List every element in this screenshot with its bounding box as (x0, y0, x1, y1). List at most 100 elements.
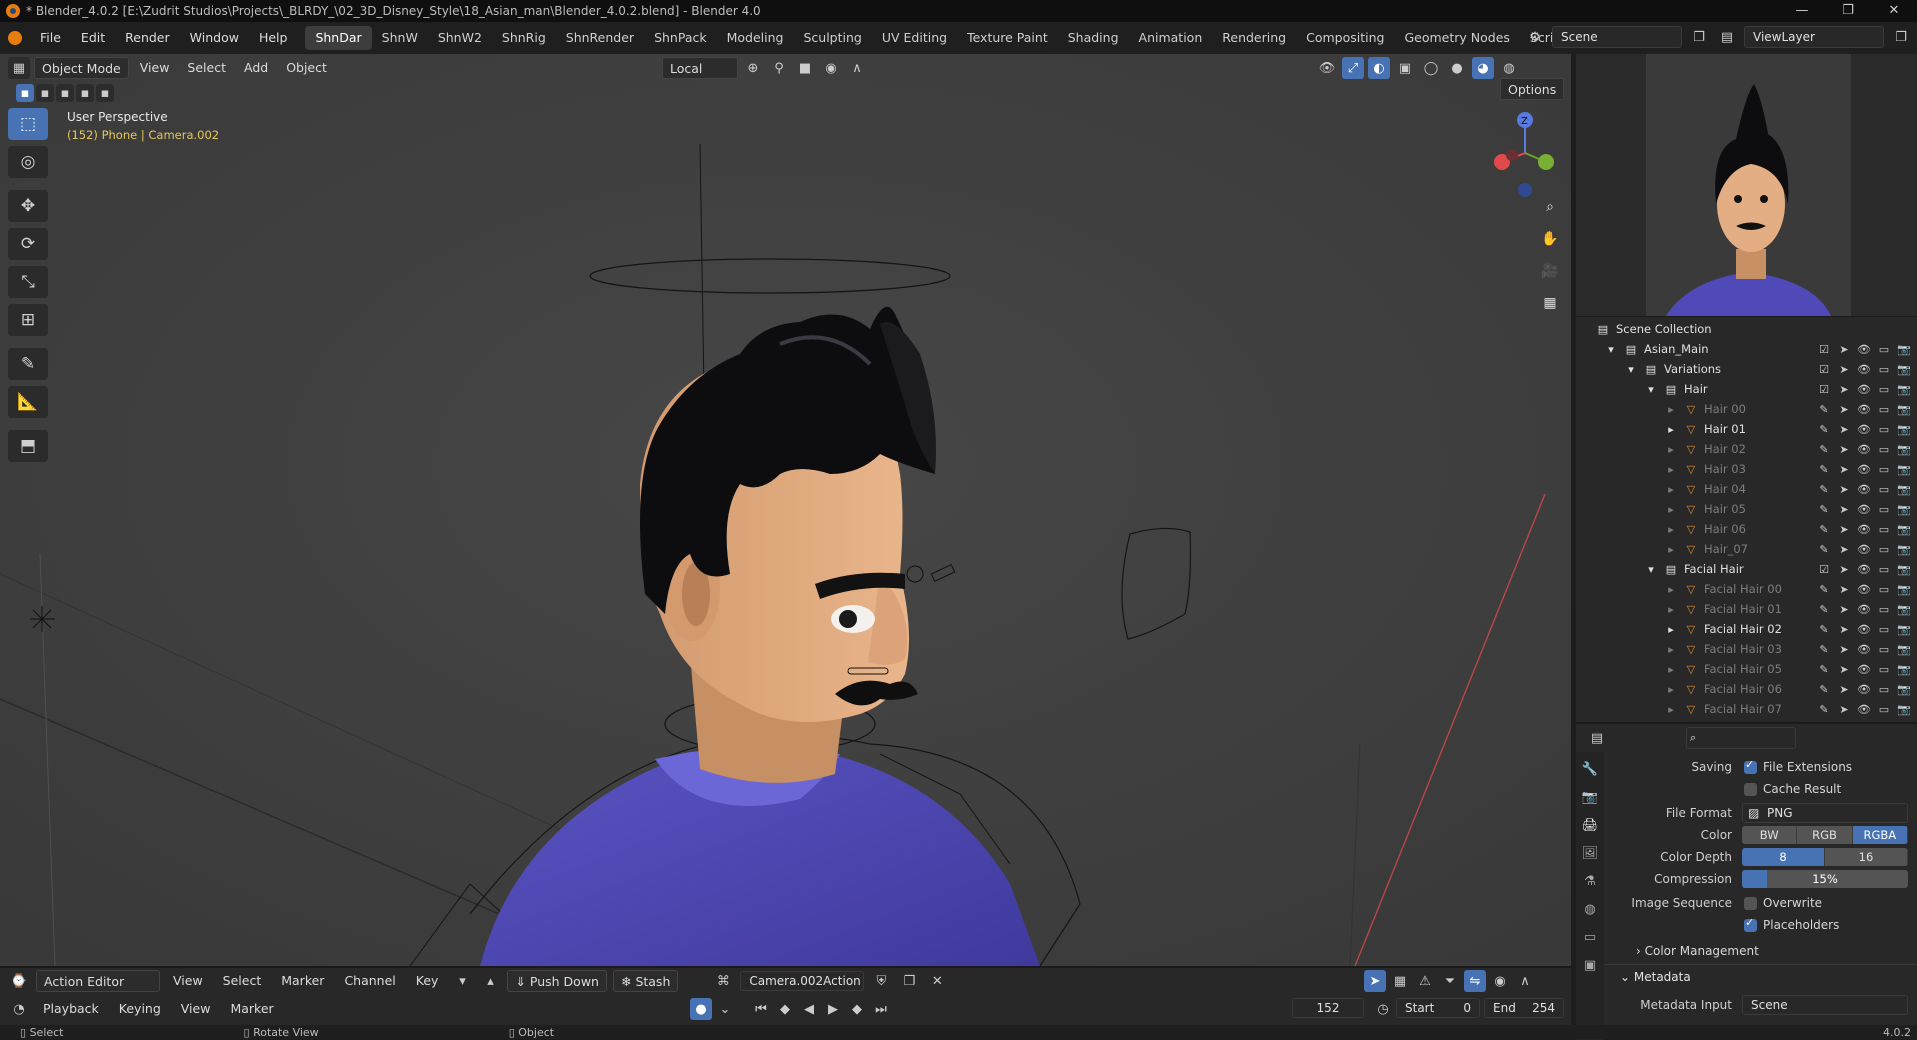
select-toggle-icon[interactable]: ➤ (1837, 543, 1851, 556)
select-new-icon[interactable]: ▪ (16, 84, 34, 102)
zoom-icon[interactable]: ⌕ (1537, 194, 1563, 220)
gizmo-toggle-icon[interactable]: ⤢ (1342, 57, 1364, 79)
expand-right-icon[interactable]: ▸ (1664, 522, 1678, 536)
eye-icon[interactable]: 👁 (1857, 543, 1871, 556)
push-down-button[interactable]: ⇓ Push Down (507, 970, 607, 992)
only-errors-icon[interactable]: ⚠ (1414, 970, 1436, 992)
cursor-icon[interactable]: ◎ (8, 146, 48, 178)
rotate-icon[interactable]: ⟳ (8, 228, 48, 260)
next-keyframe-icon[interactable]: ◆ (846, 998, 868, 1020)
compression-slider[interactable]: 15% (1742, 870, 1908, 888)
render-toggle-icon[interactable]: 📷 (1897, 623, 1911, 636)
select-toggle-icon[interactable]: ➤ (1837, 403, 1851, 416)
eye-icon[interactable]: 👁 (1857, 443, 1871, 456)
viewport-toggle-icon[interactable]: ▭ (1877, 563, 1891, 576)
navigation-gizmo[interactable]: Z (1480, 110, 1570, 200)
select-subtract-icon[interactable]: ▪ (56, 84, 74, 102)
outliner-row[interactable]: ▸ ▽ Facial Hair 06 ✎ ➤ 👁 ▭ 📷 (1576, 679, 1917, 699)
render-toggle-icon[interactable]: 📷 (1897, 683, 1911, 696)
proportional-icon[interactable]: ◉ (1489, 970, 1511, 992)
select-toggle-icon[interactable]: ➤ (1837, 463, 1851, 476)
minimize-button[interactable]: — (1779, 0, 1825, 22)
menu-window[interactable]: Window (180, 22, 249, 54)
metadata-input-dropdown[interactable]: Scene (1742, 995, 1908, 1015)
select-toggle-icon[interactable]: ➤ (1837, 503, 1851, 516)
expand-right-icon[interactable]: ▸ (1664, 702, 1678, 716)
material-shading-icon[interactable]: ◕ (1472, 57, 1494, 79)
outliner-row[interactable]: ▸ ▽ Hair 04 ✎ ➤ 👁 ▭ 📷 (1576, 479, 1917, 499)
select-toggle-icon[interactable]: ➤ (1837, 523, 1851, 536)
viewport-menu-add[interactable]: Add (237, 57, 275, 79)
modifier-icon[interactable]: ✎ (1817, 443, 1831, 456)
mode-selector[interactable]: Object Mode (34, 57, 129, 79)
stash-button[interactable]: ❄ Stash (612, 970, 679, 992)
modifier-icon[interactable]: ✎ (1817, 623, 1831, 636)
outliner-row[interactable]: ▸ ▽ Facial Hair 00 ✎ ➤ 👁 ▭ 📷 (1576, 579, 1917, 599)
tab-shndar[interactable]: ShnDar (305, 26, 372, 50)
play-reverse-icon[interactable]: ◀ (798, 998, 820, 1020)
menu-edit[interactable]: Edit (71, 22, 115, 54)
modifier-icon[interactable]: ✎ (1817, 403, 1831, 416)
dopesheet-editor-icon[interactable]: ⌚ (8, 970, 30, 992)
overlay-toggle-icon[interactable]: ◐ (1368, 57, 1390, 79)
eye-icon[interactable]: 👁 (1857, 503, 1871, 516)
expand-right-icon[interactable]: ▸ (1664, 622, 1678, 636)
viewport-toggle-icon[interactable]: ▭ (1877, 463, 1891, 476)
select-toggle-icon[interactable]: ➤ (1837, 603, 1851, 616)
expand-down-icon[interactable]: ▾ (1644, 382, 1658, 396)
viewport-scene[interactable] (0, 54, 1571, 966)
transform-icon[interactable]: ⊞ (8, 304, 48, 336)
snapping-icon[interactable]: ⇋ (1464, 970, 1486, 992)
viewport-toggle-icon[interactable]: ▭ (1877, 543, 1891, 556)
action-menu-channel[interactable]: Channel (337, 970, 402, 992)
modifier-icon[interactable]: ✎ (1817, 463, 1831, 476)
menu-file[interactable]: File (30, 22, 71, 54)
expand-right-icon[interactable]: ▸ (1664, 642, 1678, 656)
outliner-row[interactable]: ▸ ▽ Hair 03 ✎ ➤ 👁 ▭ 📷 (1576, 459, 1917, 479)
expand-right-icon[interactable]: ▸ (1664, 502, 1678, 516)
snap-icon[interactable]: ⚲ (768, 57, 790, 79)
expand-right-icon[interactable]: ▸ (1664, 482, 1678, 496)
only-selected-icon[interactable]: ➤ (1364, 970, 1386, 992)
modifier-icon[interactable]: ✎ (1817, 503, 1831, 516)
select-toggle-icon[interactable]: ➤ (1837, 343, 1851, 356)
playback-menu[interactable]: Playback (36, 998, 106, 1020)
eye-icon[interactable]: 👁 (1857, 363, 1871, 376)
outliner-row[interactable]: ▾ ▤ Variations ☑ ➤ 👁 ▭ 📷 (1576, 359, 1917, 379)
new-viewlayer-icon[interactable]: ❐ (1890, 26, 1912, 48)
eye-icon[interactable]: 👁 (1857, 343, 1871, 356)
outliner-row[interactable]: ▸ ▽ Facial Hair 02 ✎ ➤ 👁 ▭ 📷 (1576, 619, 1917, 639)
pivot-icon[interactable]: ⊕ (742, 57, 764, 79)
scene-icon[interactable]: ⚙ (1524, 26, 1546, 48)
select-toggle-icon[interactable]: ➤ (1837, 683, 1851, 696)
render-toggle-icon[interactable]: 📷 (1897, 403, 1911, 416)
show-hidden-icon[interactable]: ▦ (1389, 970, 1411, 992)
end-frame-field[interactable]: End 254 (1484, 998, 1564, 1018)
properties-search-input[interactable]: ⌕ (1686, 727, 1796, 749)
render-toggle-icon[interactable]: 📷 (1897, 443, 1911, 456)
expand-right-icon[interactable]: ▸ (1664, 422, 1678, 436)
eye-icon[interactable]: 👁 (1857, 383, 1871, 396)
viewport-toggle-icon[interactable]: ▭ (1877, 423, 1891, 436)
eye-icon[interactable]: 👁 (1857, 523, 1871, 536)
cache-result-checkbox[interactable]: Cache Result (1744, 782, 1841, 796)
expand-right-icon[interactable]: ▸ (1664, 682, 1678, 696)
action-icon[interactable]: ⌘ (712, 970, 734, 992)
viewport-toggle-icon[interactable]: ▭ (1877, 403, 1891, 416)
visibility-icon[interactable]: 👁 (1316, 57, 1338, 79)
render-toggle-icon[interactable]: 📷 (1897, 703, 1911, 716)
render-toggle-icon[interactable]: 📷 (1897, 543, 1911, 556)
collection-tab-icon[interactable]: ▭ (1579, 926, 1601, 948)
eye-icon[interactable]: 👁 (1857, 643, 1871, 656)
modifier-icon[interactable]: ✎ (1817, 583, 1831, 596)
render-toggle-icon[interactable]: 📷 (1897, 663, 1911, 676)
jump-start-icon[interactable]: ⏮ (750, 998, 772, 1020)
file-extensions-checkbox[interactable]: File Extensions (1744, 758, 1852, 774)
menu-help[interactable]: Help (249, 22, 298, 54)
fake-user-shield-icon[interactable]: ⛨ (870, 970, 892, 992)
solid-shading-icon[interactable]: ● (1446, 57, 1468, 79)
tab-compositing[interactable]: Compositing (1296, 26, 1394, 50)
editor-mode-dropdown[interactable]: Action Editor (36, 970, 160, 992)
wireframe-shading-icon[interactable]: ◯ (1420, 57, 1442, 79)
xray-icon[interactable]: ▣ (1394, 57, 1416, 79)
